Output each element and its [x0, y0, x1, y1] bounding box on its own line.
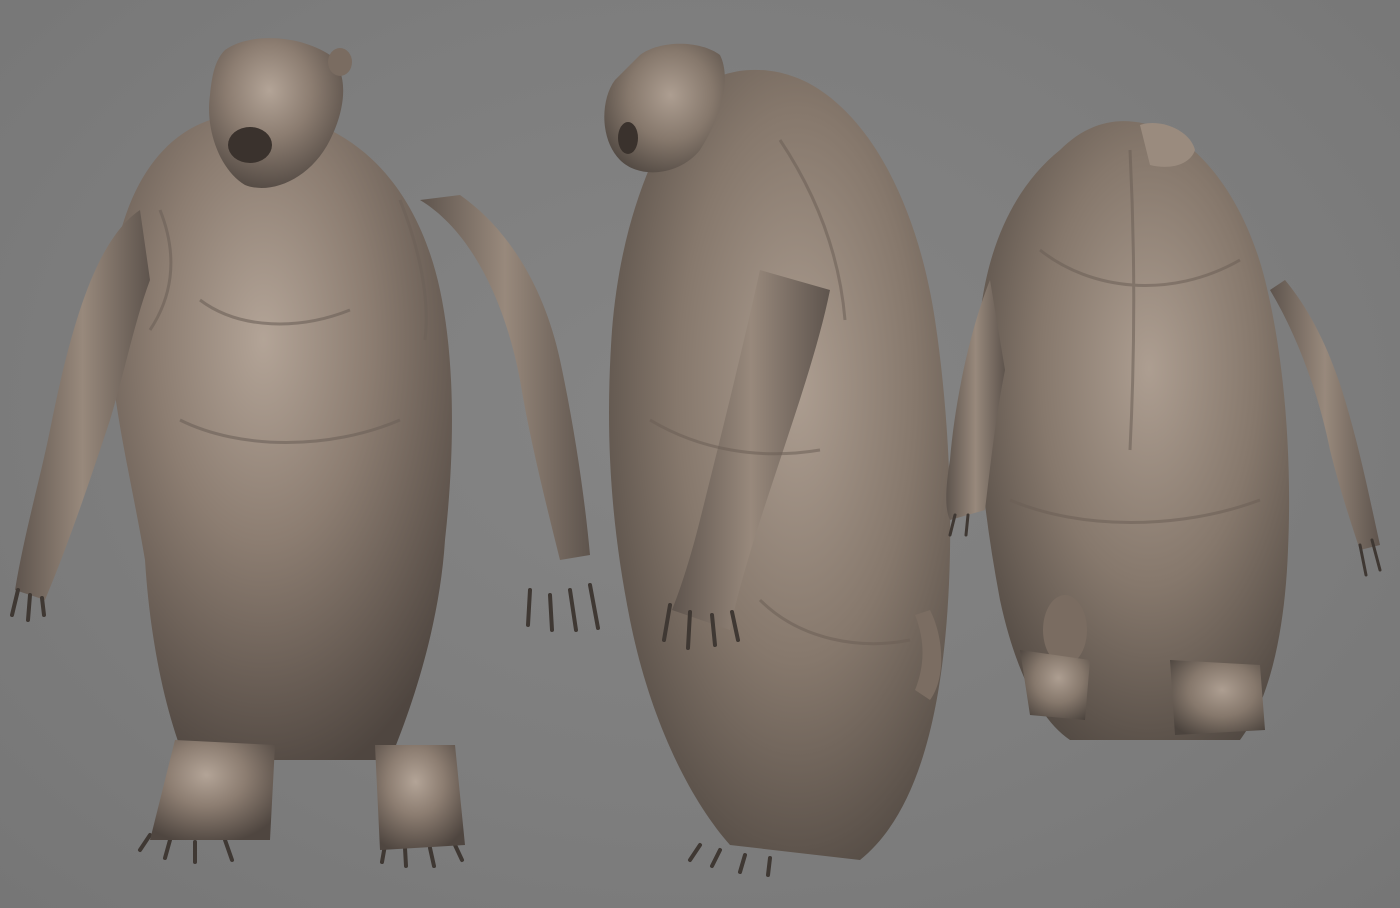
creature-front-view	[10, 38, 600, 868]
side-torso	[609, 69, 951, 860]
creature-side-view	[604, 43, 951, 877]
sculpt-canvas	[10, 38, 1382, 877]
back-right-foot	[1170, 660, 1265, 735]
front-right-leg	[375, 745, 465, 850]
creature-back-view	[946, 121, 1382, 740]
back-left-foot	[1020, 650, 1090, 720]
front-ear	[328, 48, 352, 76]
front-mouth	[228, 127, 272, 163]
sculpt-viewport	[0, 0, 1400, 908]
front-left-leg	[150, 740, 275, 840]
side-mouth	[618, 122, 638, 154]
